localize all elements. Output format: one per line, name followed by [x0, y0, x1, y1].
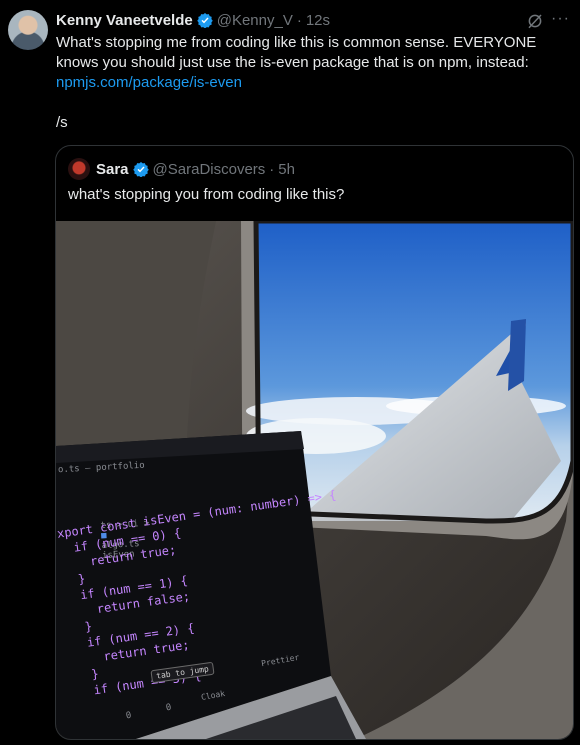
tweet-time[interactable]: 12s	[306, 12, 330, 29]
author-name[interactable]: Kenny Vaneetvelde	[56, 12, 193, 29]
npm-link[interactable]: npmjs.com/package/is-even	[56, 74, 242, 91]
grok-icon[interactable]	[526, 12, 544, 30]
tweet[interactable]: Kenny Vaneetvelde @Kenny_V · 12s ··· Wha…	[0, 0, 580, 745]
author-handle[interactable]: @Kenny_V	[217, 12, 293, 29]
author-avatar[interactable]	[8, 10, 48, 50]
quote-text: what's stopping you from coding like thi…	[68, 186, 345, 203]
quote-photo[interactable]: o.ts — portfolio ts > ui > ■ algo.ts isE…	[56, 221, 573, 739]
separator-dot: ·	[296, 11, 302, 29]
separator-dot: ·	[269, 160, 275, 178]
quote-author-handle: @SaraDiscovers	[152, 160, 266, 178]
quote-time: 5h	[278, 160, 295, 178]
quoted-tweet[interactable]: Sara @SaraDiscovers · 5h what's stopping…	[55, 145, 574, 740]
quote-avatar	[68, 158, 90, 180]
tweet-header: Kenny Vaneetvelde @Kenny_V · 12s	[56, 10, 330, 30]
more-icon[interactable]: ···	[551, 10, 570, 28]
tweet-line-1: What's stopping me from coding like this…	[56, 34, 537, 71]
verified-icon	[197, 13, 213, 28]
quote-header: Sara @SaraDiscovers · 5h	[68, 158, 295, 180]
quote-author-name: Sara	[96, 160, 129, 178]
tweet-text: What's stopping me from coding like this…	[56, 33, 568, 133]
sarcasm-tag: /s	[56, 114, 68, 131]
verified-icon	[132, 162, 149, 177]
